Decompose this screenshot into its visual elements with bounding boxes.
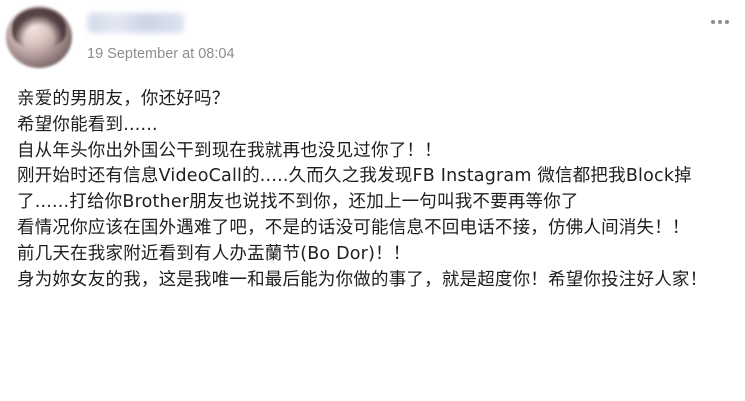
post-line: 身为妳女友的我，这是我唯一和最后能为你做的事了，就是超度你！希望你投注好人家！	[17, 269, 708, 290]
more-options-icon[interactable]	[711, 14, 729, 30]
post-line: 前几天在我家附近看到有人办盂蘭节(Bo Dor)！！	[17, 243, 411, 264]
post-line: 希望你能看到......	[17, 114, 158, 135]
post-line: 看情况你应该在国外遇难了吧，不是的话没可能信息不回电话不接，仿佛人间消失！！	[17, 217, 690, 238]
facebook-post: 19 September at 08:04 亲爱的男朋友，你还好吗？ 希望你能看…	[0, 0, 745, 401]
post-line: 刚开始时还有信息VideoCall的.....久而久之我发现FB Instagr…	[17, 166, 692, 213]
avatar[interactable]	[6, 6, 72, 68]
post-body: 亲爱的男朋友，你还好吗？ 希望你能看到...... 自从年头你出外国公干到现在我…	[17, 87, 742, 293]
post-line: 亲爱的男朋友，你还好吗？	[17, 89, 230, 109]
author-name-blurred[interactable]	[88, 13, 184, 33]
post-timestamp[interactable]: 19 September at 08:04	[87, 46, 235, 62]
post-line: 自从年头你出外国公干到现在我就再也没见过你了！！	[17, 140, 442, 161]
